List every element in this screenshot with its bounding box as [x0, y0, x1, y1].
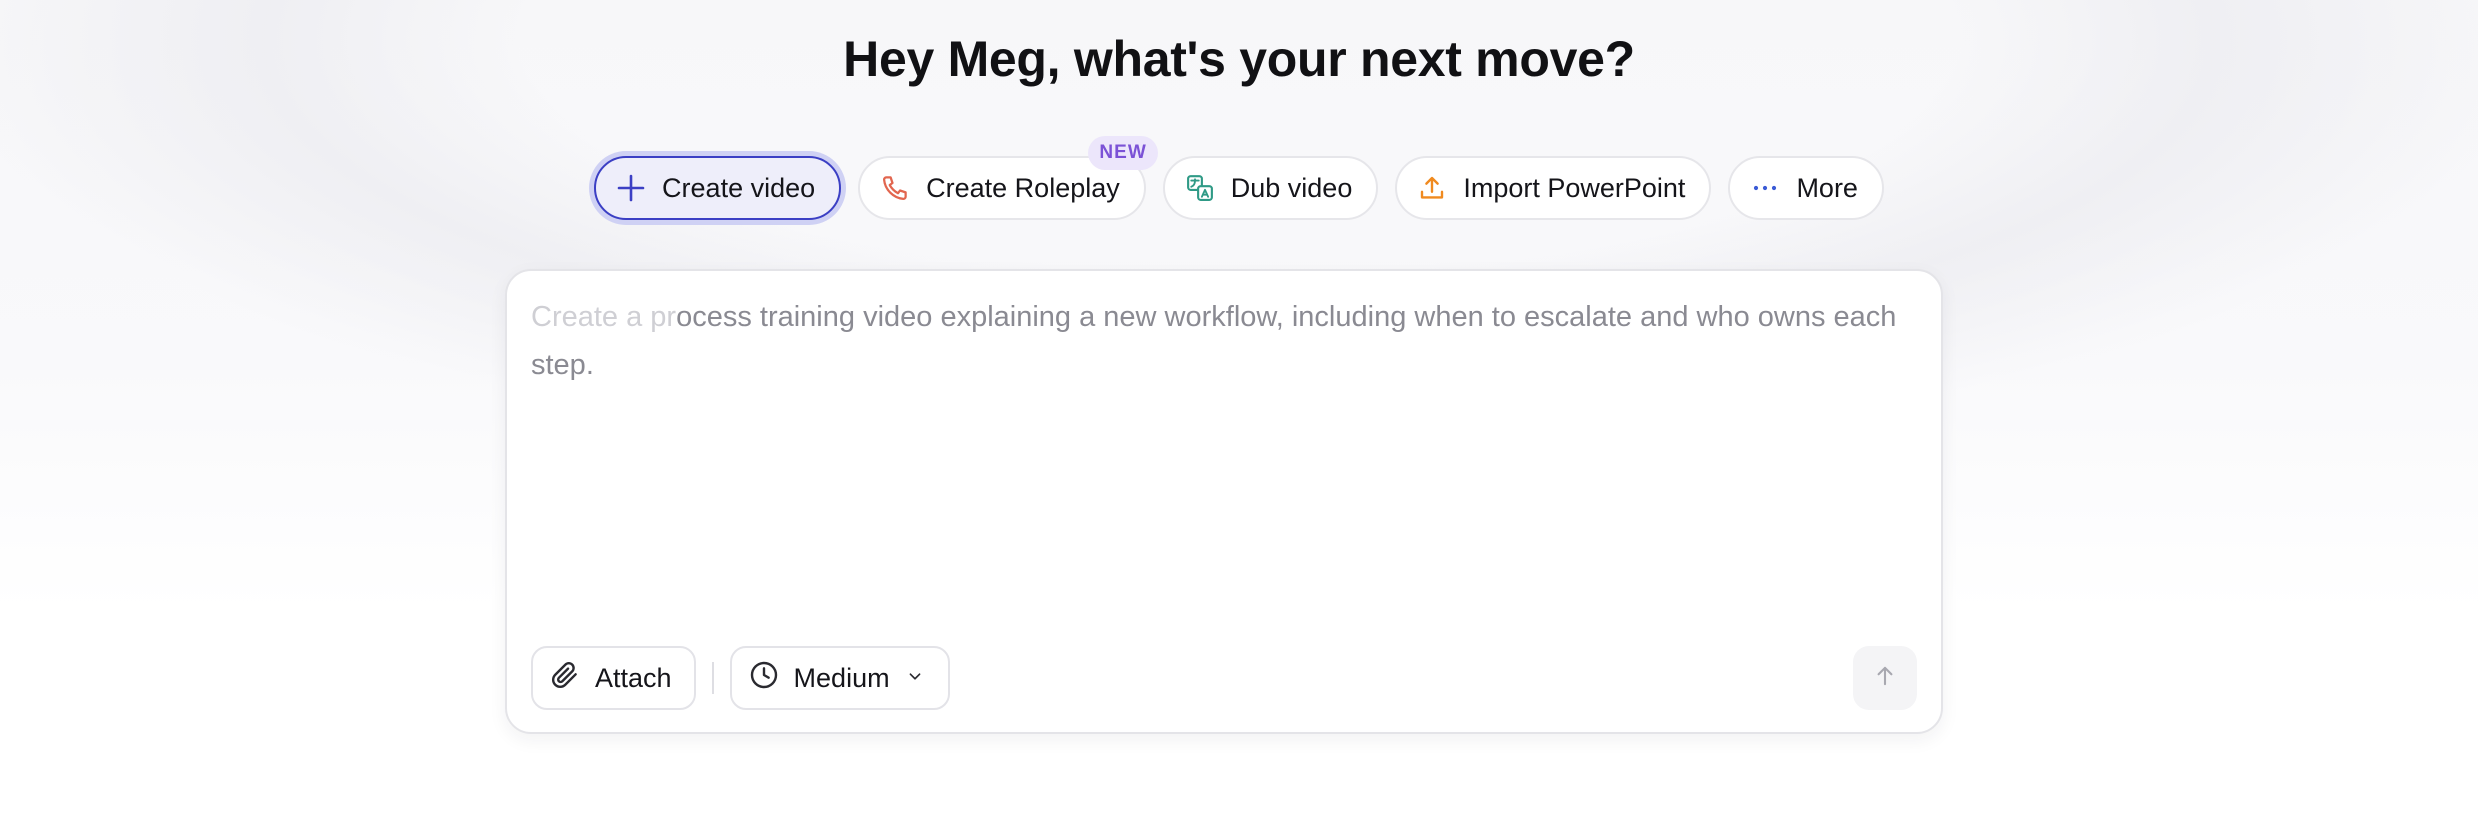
page-title: Hey Meg, what's your next move?	[843, 31, 1635, 87]
arrow-up-icon	[1871, 662, 1899, 695]
composer-toolbar: Attach Medium	[531, 646, 950, 710]
paperclip-icon	[549, 659, 581, 698]
translate-icon	[1183, 171, 1217, 205]
create-roleplay-chip[interactable]: Create Roleplay NEW	[858, 136, 1158, 220]
chip-label: More	[1796, 172, 1858, 203]
prompt-placeholder[interactable]: Create a process training video explaini…	[531, 293, 1911, 389]
length-label: Medium	[793, 662, 890, 693]
dub-video-chip[interactable]: Dub video	[1162, 156, 1379, 220]
plus-icon	[614, 171, 648, 205]
clock-icon	[748, 659, 780, 698]
upload-icon	[1415, 171, 1449, 205]
chevron-down-icon	[904, 663, 926, 694]
length-select[interactable]: Medium	[729, 646, 950, 710]
attach-button[interactable]: Attach	[531, 646, 696, 710]
more-dots-icon	[1748, 171, 1782, 205]
chip-label: Create video	[662, 172, 816, 203]
send-button[interactable]	[1853, 646, 1917, 710]
phone-icon	[878, 171, 912, 205]
chip-label: Import PowerPoint	[1463, 172, 1686, 203]
toolbar-divider	[711, 662, 714, 694]
chip-label: Dub video	[1230, 172, 1353, 203]
placeholder-text: ocess training video explaining a new wo…	[531, 301, 1897, 381]
chip-label: Create Roleplay	[926, 172, 1120, 203]
quick-actions: Create video Create Roleplay NEW Dub vid…	[0, 136, 2478, 220]
new-badge: NEW	[1088, 136, 1158, 170]
create-video-chip[interactable]: Create video	[594, 156, 842, 220]
attach-label: Attach	[595, 662, 672, 693]
more-chip[interactable]: More	[1728, 156, 1884, 220]
placeholder-faded-text: Create a pr	[531, 301, 677, 333]
prompt-composer[interactable]: Create a process training video explaini…	[505, 269, 1943, 734]
import-powerpoint-chip[interactable]: Import PowerPoint	[1395, 156, 1712, 220]
